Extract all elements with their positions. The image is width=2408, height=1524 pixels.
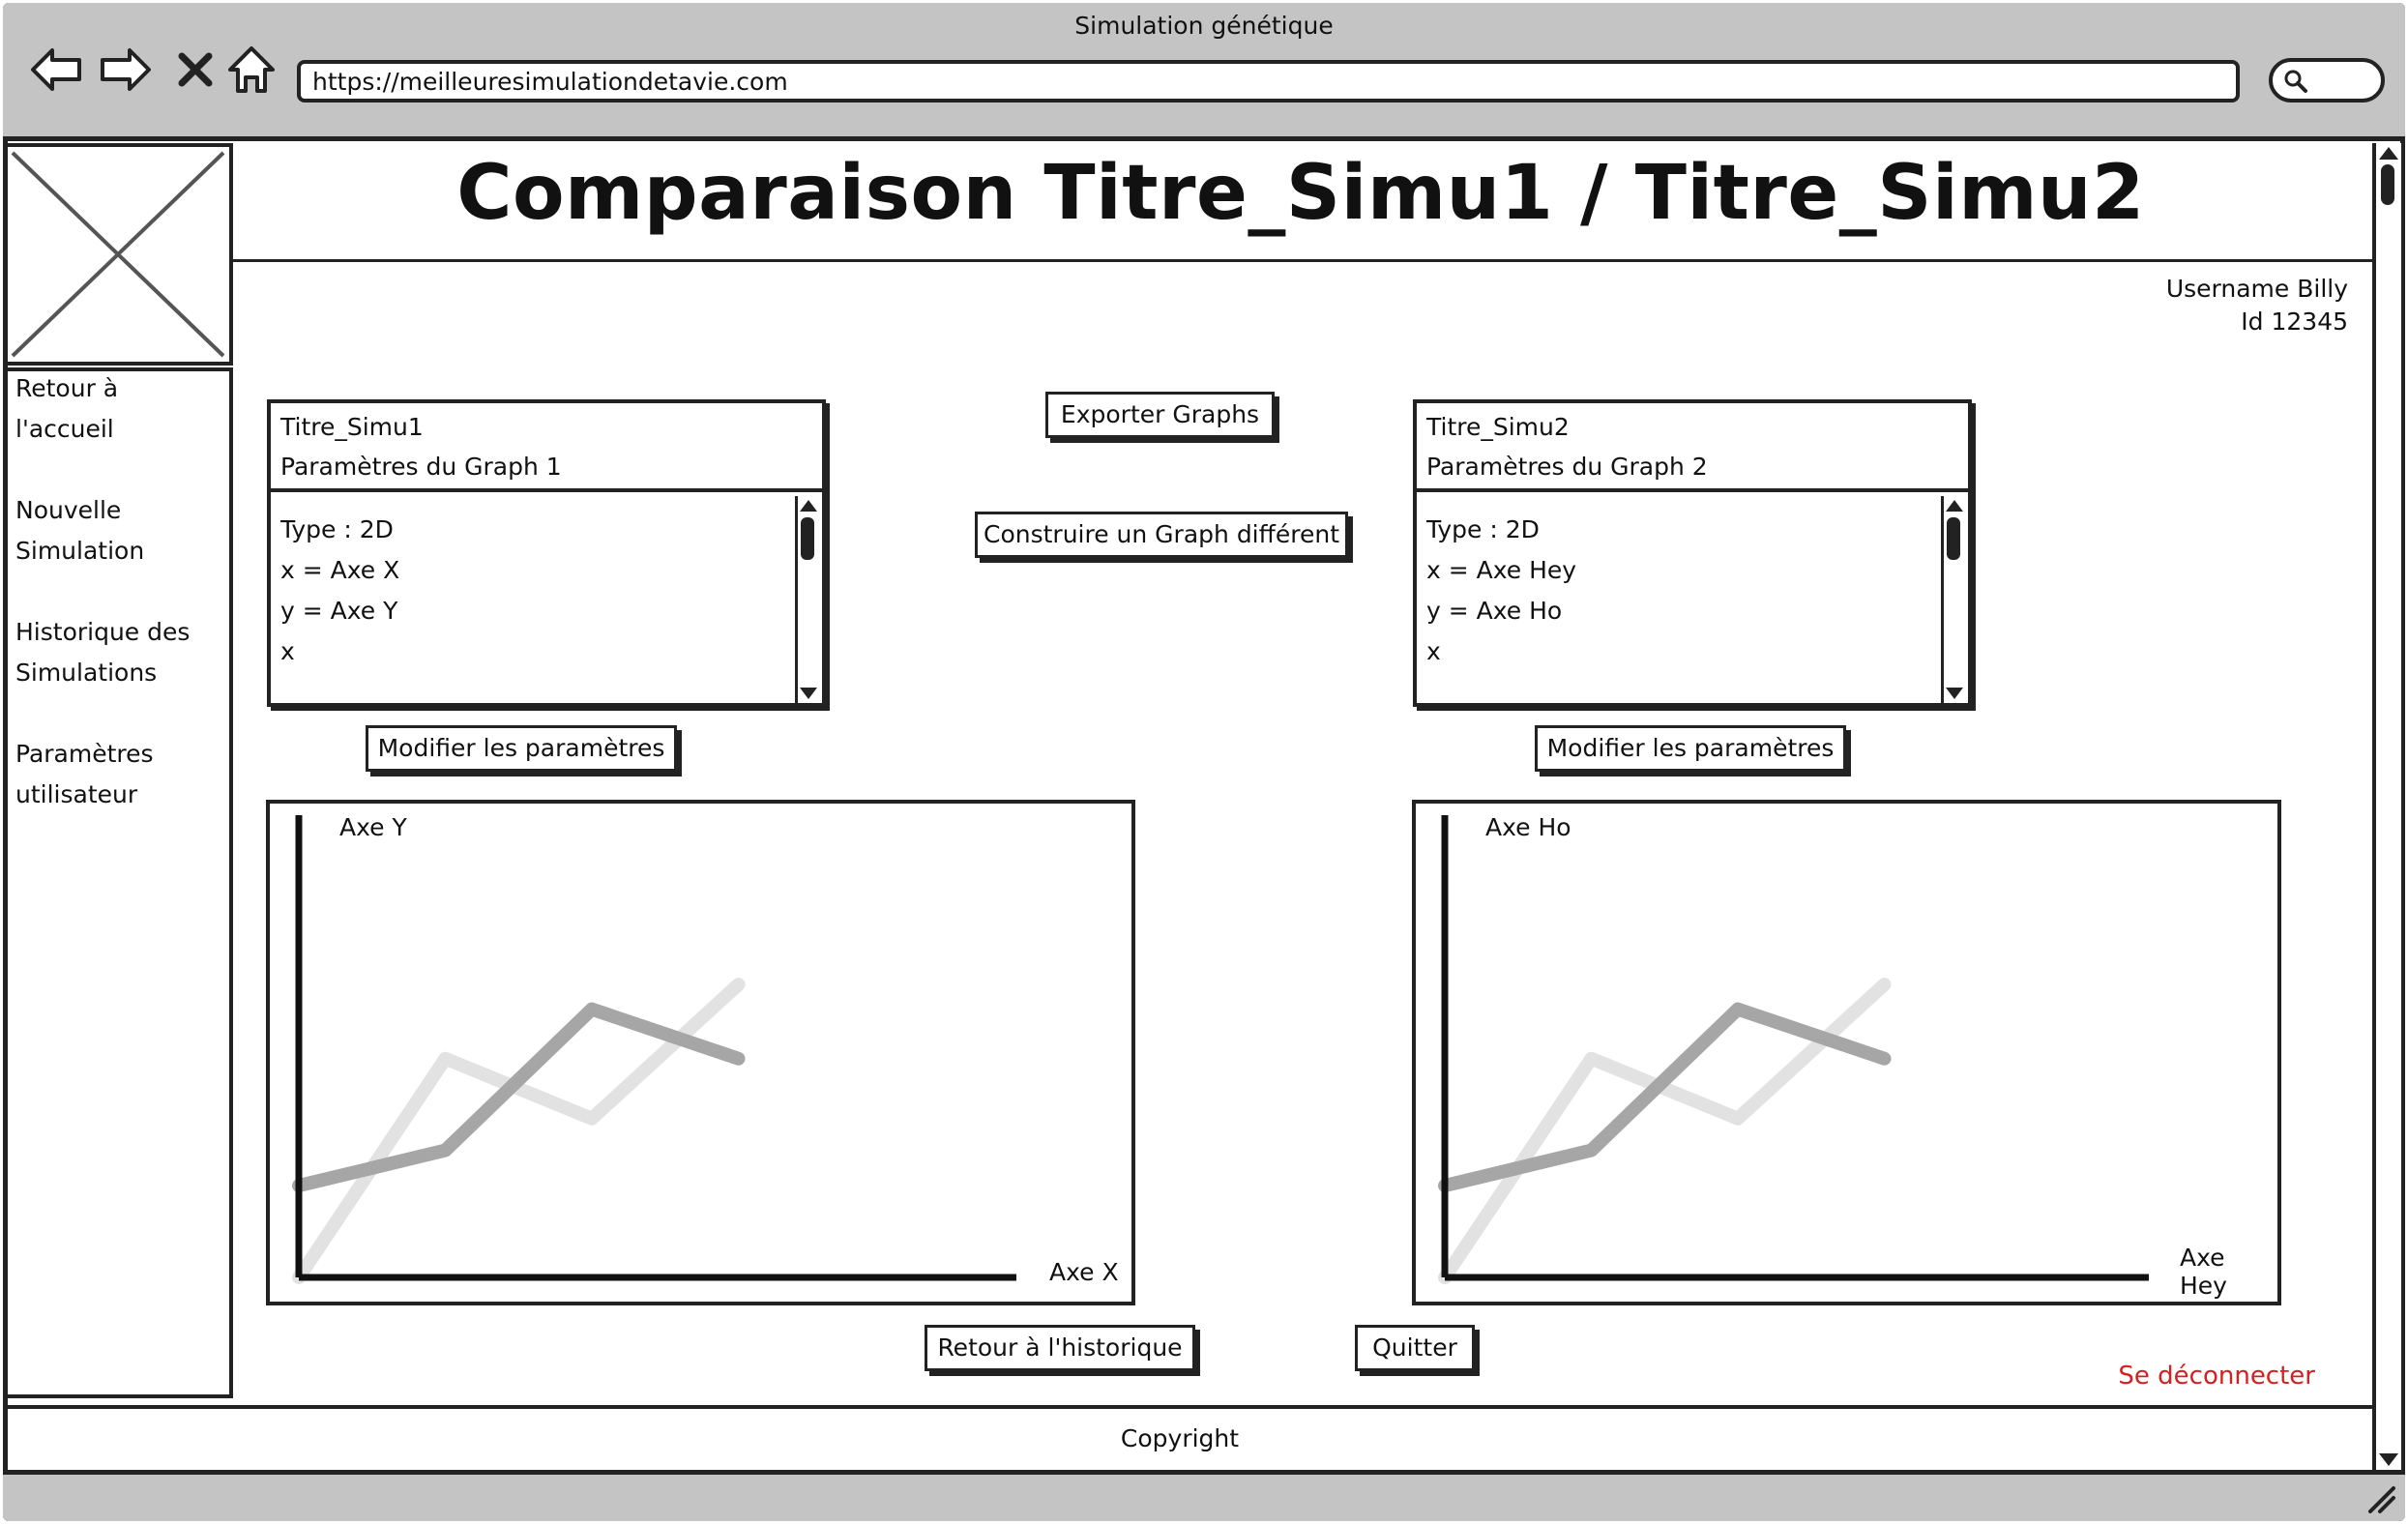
scroll-down-icon[interactable]	[800, 688, 817, 699]
param-line: y = Axe Y	[280, 597, 398, 625]
footer-divider	[3, 1405, 2372, 1409]
quit-button[interactable]: Quitter	[1355, 1325, 1475, 1371]
logout-link[interactable]: Se déconnecter	[2118, 1362, 2315, 1391]
panel-title: Titre_Simu2	[1426, 413, 1570, 441]
modify-params-button-1[interactable]: Modifier les paramètres	[366, 725, 677, 772]
panel-header: Titre_Simu1 Paramètres du Graph 1	[271, 403, 822, 492]
page-title: Comparaison Titre_Simu1 / Titre_Simu2	[456, 150, 2145, 237]
home-icon[interactable]	[222, 41, 280, 99]
window-title: Simulation génétique	[1074, 12, 1334, 40]
param-line: Type : 2D	[280, 515, 394, 543]
modify-params-button-2[interactable]: Modifier les paramètres	[1535, 725, 1846, 772]
search-icon	[2284, 70, 2307, 93]
forward-icon[interactable]	[97, 41, 155, 99]
page-scroll-thumb[interactable]	[2381, 164, 2394, 205]
series-line-1	[1438, 978, 1892, 1284]
search-box[interactable]	[2269, 58, 2385, 103]
page-scroll-up-icon[interactable]	[2379, 147, 2398, 160]
x-axis-label: Axe X	[1049, 1258, 1119, 1286]
panel-scrollbar[interactable]	[795, 496, 818, 703]
back-to-history-button[interactable]: Retour à l'historique	[925, 1325, 1195, 1371]
panel-body: Type : 2D x = Axe Hey y = Axe Ho x	[1426, 510, 1910, 698]
chart-1: Axe Y Axe X	[266, 800, 1135, 1305]
param-line: Type : 2D	[1426, 515, 1540, 543]
series-line-1	[292, 978, 746, 1284]
url-bar[interactable]: https://meilleuresimulationdetavie.com	[297, 60, 2240, 103]
chart-2: Axe Ho Axe Hey	[1412, 800, 2281, 1305]
copyright-text: Copyright	[1120, 1424, 1240, 1452]
scroll-up-icon[interactable]	[1946, 500, 1963, 512]
build-different-graph-button[interactable]: Construire un Graph différent	[975, 512, 1348, 558]
series-line-2	[292, 1002, 746, 1193]
header-divider	[232, 259, 2377, 262]
x-axis-label: Axe Hey	[2180, 1244, 2227, 1300]
scroll-down-icon[interactable]	[1946, 688, 1963, 699]
sidebar-item-history[interactable]: Historique des Simulations	[15, 612, 219, 693]
scroll-up-icon[interactable]	[800, 500, 817, 512]
param-line: x = Axe Hey	[1426, 556, 1577, 584]
panel-scrollbar[interactable]	[1941, 496, 1964, 703]
chart-2-plot	[1427, 804, 2149, 1284]
logo-placeholder	[3, 143, 233, 366]
param-line: x = Axe X	[280, 556, 400, 584]
scroll-thumb[interactable]	[801, 517, 814, 560]
sidebar-item-new-simulation[interactable]: Nouvelle Simulation	[15, 490, 219, 572]
chart-1-plot	[281, 804, 1016, 1284]
graph-params-panel-1: Titre_Simu1 Paramètres du Graph 1 Type :…	[267, 399, 826, 707]
panel-header: Titre_Simu2 Paramètres du Graph 2	[1417, 403, 1968, 492]
graph-params-panel-2: Titre_Simu2 Paramètres du Graph 2 Type :…	[1413, 399, 1972, 707]
panel-subtitle: Paramètres du Graph 1	[280, 453, 562, 481]
panel-title: Titre_Simu1	[280, 413, 424, 441]
username-label: Username Billy	[2165, 275, 2348, 303]
y-axis-label: Axe Y	[339, 813, 407, 841]
param-line: x	[280, 637, 295, 665]
scroll-thumb[interactable]	[1947, 517, 1960, 560]
series-line-2	[1438, 1002, 1892, 1193]
export-graphs-button[interactable]: Exporter Graphs	[1045, 392, 1275, 438]
panel-subtitle: Paramètres du Graph 2	[1426, 453, 1708, 481]
user-id-label: Id 12345	[2241, 308, 2348, 336]
page-scroll-down-icon[interactable]	[2379, 1453, 2398, 1466]
page-scrollbar[interactable]	[2372, 143, 2401, 1470]
resize-grip-icon[interactable]	[2364, 1482, 2397, 1515]
param-line: x	[1426, 637, 1441, 665]
y-axis-label: Axe Ho	[1485, 813, 1571, 841]
panel-body: Type : 2D x = Axe X y = Axe Y x	[280, 510, 764, 698]
sidebar-item-home[interactable]: Retour à l'accueil	[15, 368, 219, 450]
stop-icon[interactable]	[166, 41, 224, 99]
param-line: y = Axe Ho	[1426, 597, 1563, 625]
sidebar-item-settings[interactable]: Paramètres utilisateur	[15, 734, 219, 815]
status-bar	[3, 1470, 2405, 1521]
back-icon[interactable]	[27, 41, 85, 99]
